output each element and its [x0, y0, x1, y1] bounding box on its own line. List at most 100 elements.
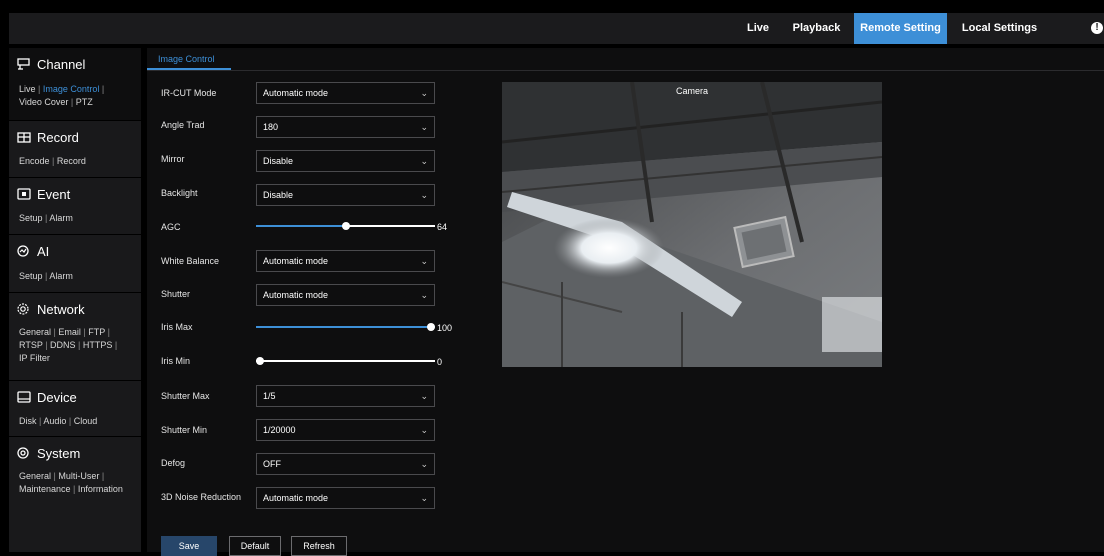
top-navigation-bar: Live Playback Remote Setting Local Setti…	[9, 13, 1104, 44]
white-balance-label: White Balance	[161, 256, 220, 266]
device-icon	[17, 391, 31, 403]
sidebar-heading-network[interactable]: Network	[17, 301, 85, 317]
slider-handle[interactable]	[427, 323, 435, 331]
sidebar-link-setup[interactable]: Setup	[19, 271, 43, 281]
sidebar-section-record: Record Encode | Record	[9, 121, 141, 178]
sidebar-link-rtsp[interactable]: RTSP	[19, 340, 43, 350]
sidebar-link-https[interactable]: HTTPS	[83, 340, 113, 350]
settings-panel: Image Control IR-CUT Mode Automatic mode…	[147, 48, 1104, 556]
sidebar-section-system: System General | Multi-User | Maintenanc…	[9, 437, 141, 509]
sidebar-section-event: Event Setup | Alarm	[9, 178, 141, 235]
shutter-min-label: Shutter Min	[161, 425, 208, 435]
shutter-max-select[interactable]: 1/5 ⌄	[256, 385, 435, 407]
mirror-select[interactable]: Disable ⌄	[256, 150, 435, 172]
sidebar-heading-ai[interactable]: AI	[17, 243, 49, 259]
sidebar-link-setup[interactable]: Setup	[19, 213, 43, 223]
preview-title: Camera	[675, 86, 708, 96]
iris-min-value: 0	[437, 357, 443, 367]
sidebar-link-information[interactable]: Information	[78, 484, 123, 494]
event-icon	[17, 188, 31, 200]
nav-remote-setting[interactable]: Remote Setting	[854, 13, 947, 44]
sidebar-link-image-control[interactable]: Image Control	[43, 84, 100, 94]
sidebar-link-general[interactable]: General	[19, 327, 51, 337]
shutter-min-value: 1/20000	[263, 425, 296, 435]
sidebar-link-multi-user[interactable]: Multi-User	[58, 471, 99, 481]
iris-min-slider[interactable]	[256, 355, 435, 367]
chevron-down-icon: ⌄	[420, 88, 428, 98]
iris-max-label: Iris Max	[161, 322, 193, 332]
slider-handle[interactable]	[341, 222, 350, 230]
ai-icon	[17, 245, 29, 257]
sidebar-heading-record[interactable]: Record	[17, 129, 79, 145]
default-button[interactable]: Default	[229, 536, 281, 556]
info-icon[interactable]: !	[1091, 22, 1103, 34]
shutter-select[interactable]: Automatic mode ⌄	[256, 284, 435, 306]
sidebar-links-record: Encode | Record	[19, 156, 86, 166]
sidebar-link-email[interactable]: Email	[58, 327, 81, 337]
chevron-down-icon: ⌄	[420, 290, 428, 300]
sidebar-title-channel: Channel	[37, 56, 86, 72]
sidebar-link-ip-filter[interactable]: IP Filter	[19, 353, 50, 363]
sidebar-link-ddns[interactable]: DDNS	[50, 340, 76, 350]
nav-live[interactable]: Live	[743, 13, 773, 44]
sidebar-link-disk[interactable]: Disk	[19, 416, 37, 426]
sidebar-link-maintenance[interactable]: Maintenance	[19, 484, 71, 494]
sidebar-link-live[interactable]: Live	[19, 84, 36, 94]
sidebar-link-general[interactable]: General	[19, 471, 51, 481]
chevron-down-icon: ⌄	[420, 156, 428, 166]
white-balance-select[interactable]: Automatic mode ⌄	[256, 250, 435, 272]
tab-bar: Image Control	[147, 48, 1104, 71]
agc-label: AGC	[161, 222, 181, 232]
tab-image-control[interactable]: Image Control	[147, 48, 231, 70]
sidebar-link-cloud[interactable]: Cloud	[74, 416, 98, 426]
sidebar-link-alarm[interactable]: Alarm	[49, 271, 73, 281]
ir-cut-mode-value: Automatic mode	[263, 88, 329, 98]
defog-select[interactable]: OFF ⌄	[256, 453, 435, 475]
agc-value: 64	[437, 222, 448, 232]
sidebar-link-record[interactable]: Record	[57, 156, 86, 166]
camera-preview[interactable]: Camera	[502, 82, 882, 367]
sidebar-link-audio[interactable]: Audio	[43, 416, 66, 426]
angle-trad-label: Angle Trad	[161, 120, 205, 130]
white-balance-value: Automatic mode	[263, 256, 329, 266]
shutter-value: Automatic mode	[263, 290, 329, 300]
sidebar-link-ftp[interactable]: FTP	[88, 327, 105, 337]
iris-max-slider[interactable]	[256, 321, 435, 333]
shutter-max-value: 1/5	[263, 391, 276, 401]
slider-handle[interactable]	[256, 357, 264, 365]
sidebar-heading-channel[interactable]: Channel	[17, 56, 85, 72]
agc-slider[interactable]	[256, 220, 435, 232]
channel-icon	[17, 58, 30, 70]
sidebar-links-ai: Setup | Alarm	[19, 271, 73, 281]
sidebar-section-channel: Channel Live | Image Control | Video Cov…	[9, 48, 141, 121]
slider-fill	[256, 326, 435, 328]
shutter-min-select[interactable]: 1/20000 ⌄	[256, 419, 435, 441]
sidebar-title-device: Device	[37, 389, 77, 405]
sidebar-links-network: General | Email | FTP | RTSP | DDNS | HT…	[19, 327, 118, 363]
sidebar-heading-event[interactable]: Event	[17, 186, 70, 202]
sidebar-links-device: Disk | Audio | Cloud	[19, 416, 98, 426]
sidebar-section-network: Network General | Email | FTP | RTSP | D…	[9, 293, 141, 381]
sidebar-link-alarm[interactable]: Alarm	[49, 213, 73, 223]
nav-local-settings[interactable]: Local Settings	[957, 13, 1042, 44]
backlight-select[interactable]: Disable ⌄	[256, 184, 435, 206]
sidebar-title-record: Record	[37, 129, 79, 145]
refresh-button[interactable]: Refresh	[291, 536, 347, 556]
slider-fill	[256, 225, 346, 227]
sidebar-heading-device[interactable]: Device	[17, 389, 77, 405]
settings-sidebar: Channel Live | Image Control | Video Cov…	[9, 48, 141, 552]
sidebar-link-ptz[interactable]: PTZ	[76, 97, 93, 107]
backlight-label: Backlight	[161, 188, 198, 198]
sidebar-link-encode[interactable]: Encode	[19, 156, 50, 166]
chevron-down-icon: ⌄	[420, 459, 428, 469]
save-button[interactable]: Save	[161, 536, 217, 556]
nav-playback[interactable]: Playback	[789, 13, 844, 44]
sidebar-link-video-cover[interactable]: Video Cover	[19, 97, 68, 107]
ir-cut-mode-select[interactable]: Automatic mode ⌄	[256, 82, 435, 104]
angle-trad-select[interactable]: 180 ⌄	[256, 116, 435, 138]
defog-label: Defog	[161, 458, 186, 468]
sidebar-heading-system[interactable]: System	[17, 445, 80, 461]
noise-reduction-select[interactable]: Automatic mode ⌄	[256, 487, 435, 509]
chevron-down-icon: ⌄	[420, 425, 428, 435]
iris-max-value: 100	[437, 323, 453, 333]
